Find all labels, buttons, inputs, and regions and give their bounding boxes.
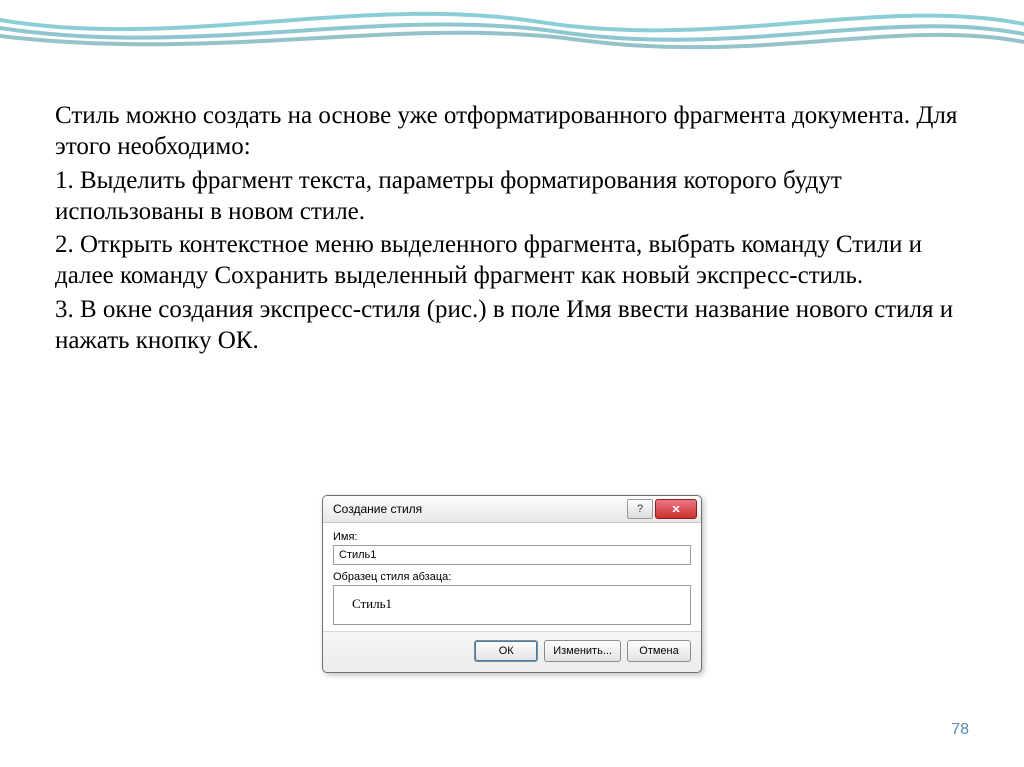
- dialog-button-bar: ОК Изменить... Отмена: [323, 631, 701, 672]
- modify-button[interactable]: Изменить...: [544, 640, 621, 662]
- preview-label: Образец стиля абзаца:: [333, 571, 691, 583]
- cancel-button[interactable]: Отмена: [627, 640, 691, 662]
- page-number: 78: [951, 721, 969, 739]
- name-label: Имя:: [333, 531, 691, 543]
- decorative-wave: [0, 0, 1024, 60]
- style-preview-text: Стиль1: [352, 596, 392, 611]
- close-button[interactable]: x: [655, 499, 697, 519]
- content-block: Стиль можно создать на основе уже отформ…: [55, 100, 975, 358]
- style-name-input[interactable]: [333, 545, 691, 565]
- style-preview-box: Стиль1: [333, 585, 691, 625]
- paragraph-step3: 3. В окне создания экспресс-стиля (рис.)…: [55, 294, 975, 357]
- dialog-title: Создание стиля: [333, 502, 625, 516]
- ok-button[interactable]: ОК: [474, 640, 538, 662]
- paragraph-intro: Стиль можно создать на основе уже отформ…: [55, 100, 975, 163]
- paragraph-step1: 1. Выделить фрагмент текста, параметры ф…: [55, 165, 975, 228]
- create-style-dialog: Создание стиля ? x Имя: Образец стиля аб…: [322, 495, 702, 673]
- slide: Стиль можно создать на основе уже отформ…: [0, 0, 1024, 767]
- dialog-body: Имя: Образец стиля абзаца: Стиль1: [323, 523, 701, 631]
- dialog-screenshot: Создание стиля ? x Имя: Образец стиля аб…: [322, 495, 702, 673]
- help-icon: ?: [637, 503, 643, 515]
- close-icon: x: [672, 503, 680, 515]
- help-button[interactable]: ?: [627, 499, 653, 519]
- dialog-titlebar: Создание стиля ? x: [323, 496, 701, 523]
- paragraph-step2: 2. Открыть контекстное меню выделенного …: [55, 229, 975, 292]
